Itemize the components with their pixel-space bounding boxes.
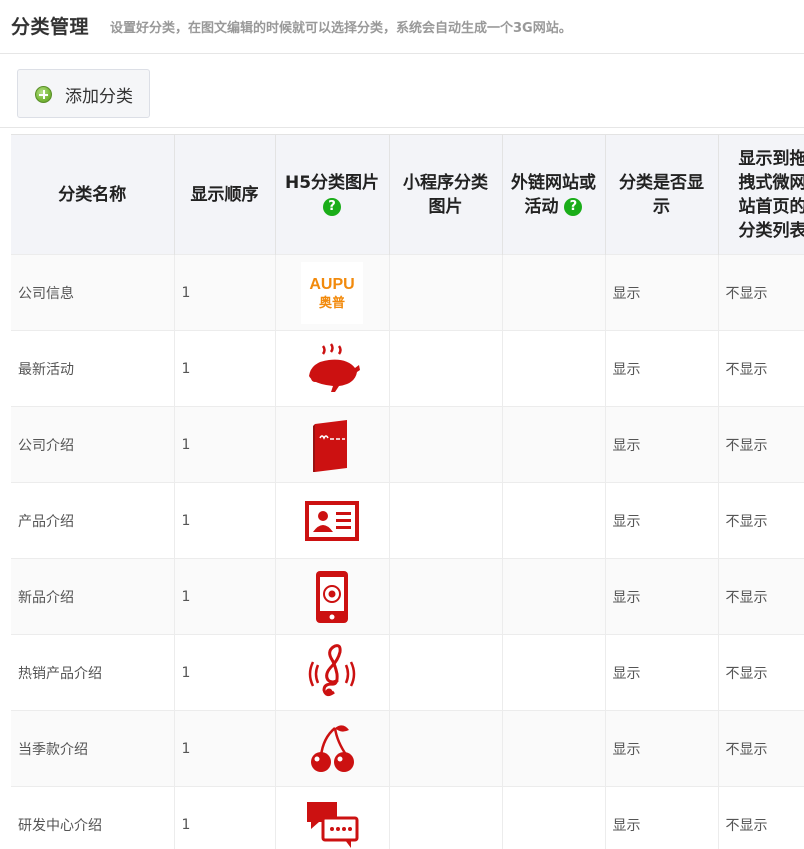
col-header-order: 显示顺序 (174, 134, 276, 255)
table-row[interactable]: 产品介绍 1 显示 不显示 (11, 482, 804, 559)
cell-h5-image: AUPU 奥普 (275, 254, 390, 331)
cell-h5-image (275, 482, 390, 559)
cell-name: 产品介绍 (11, 482, 175, 559)
cell-miniprogram-image (389, 710, 503, 787)
col-header-name: 分类名称 (11, 134, 175, 255)
chat-bubbles-icon (307, 801, 359, 848)
plus-circle-icon (35, 86, 52, 103)
col-header-external-link: 外链网站或活动 ? (502, 134, 606, 255)
roast-chicken-icon (309, 342, 360, 392)
cell-h5-image (275, 406, 390, 483)
cell-name: 研发中心介绍 (11, 786, 175, 849)
cell-miniprogram-image (389, 634, 503, 711)
add-category-button[interactable]: 添加分类 (17, 69, 150, 118)
cell-h5-image (275, 710, 390, 787)
cell-show-on-home: 不显示 (718, 558, 804, 635)
cell-order: 1 (174, 710, 276, 787)
add-category-label: 添加分类 (65, 87, 133, 107)
cell-external-link (502, 558, 606, 635)
cell-visible: 显示 (605, 406, 719, 483)
table-header-row: 分类名称 显示顺序 H5分类图片? 小程序分类图片 外链网站或活动 ? 分类是否… (11, 134, 804, 255)
table-row[interactable]: 公司介绍 1 显示 不显示 (11, 406, 804, 483)
aupu-logo-icon: AUPU 奥普 (301, 261, 363, 324)
cell-external-link (502, 254, 606, 331)
cell-name: 当季款介绍 (11, 710, 175, 787)
cell-show-on-home: 不显示 (718, 786, 804, 849)
cell-show-on-home: 不显示 (718, 482, 804, 559)
menu-book-icon (313, 419, 347, 472)
col-header-visible: 分类是否显示 (605, 134, 719, 255)
cell-h5-image (275, 786, 390, 849)
page-title: 分类管理 (11, 16, 90, 38)
cell-order: 1 (174, 254, 276, 331)
table-row[interactable]: 公司信息 1 AUPU 奥普 显示 不显示 (11, 254, 804, 331)
cell-name: 公司介绍 (11, 406, 175, 483)
cell-visible: 显示 (605, 634, 719, 711)
cell-external-link (502, 330, 606, 407)
cell-h5-image (275, 558, 390, 635)
cell-visible: 显示 (605, 710, 719, 787)
table-row[interactable]: 热销产品介绍 1 显示 不显示 (11, 634, 804, 711)
cell-name: 最新活动 (11, 330, 175, 407)
cell-name: 热销产品介绍 (11, 634, 175, 711)
cell-miniprogram-image (389, 406, 503, 483)
cell-external-link (502, 786, 606, 849)
cell-miniprogram-image (389, 330, 503, 407)
cell-miniprogram-image (389, 786, 503, 849)
cell-show-on-home: 不显示 (718, 330, 804, 407)
cell-visible: 显示 (605, 558, 719, 635)
cell-order: 1 (174, 482, 276, 559)
cell-visible: 显示 (605, 254, 719, 331)
cell-order: 1 (174, 406, 276, 483)
cell-external-link (502, 710, 606, 787)
category-table-container: 分类名称 显示顺序 H5分类图片? 小程序分类图片 外链网站或活动 ? 分类是否… (11, 134, 804, 849)
cell-order: 1 (174, 786, 276, 849)
music-note-icon (308, 643, 356, 696)
svg-text:奥普: 奥普 (319, 295, 345, 311)
cell-miniprogram-image (389, 254, 503, 331)
cell-h5-image (275, 330, 390, 407)
col-header-h5-image: H5分类图片? (275, 134, 390, 255)
cell-show-on-home: 不显示 (718, 634, 804, 711)
cell-visible: 显示 (605, 786, 719, 849)
cell-visible: 显示 (605, 330, 719, 407)
cell-miniprogram-image (389, 482, 503, 559)
table-row[interactable]: 新品介绍 1 显示 不显示 (11, 558, 804, 635)
col-header-miniprogram-image: 小程序分类图片 (389, 134, 503, 255)
table-row[interactable]: 当季款介绍 1 显示 不显示 (11, 710, 804, 787)
cell-name: 公司信息 (11, 254, 175, 331)
cell-show-on-home: 不显示 (718, 710, 804, 787)
cherry-icon (311, 724, 354, 772)
page-header: 分类管理 设置好分类，在图文编辑的时候就可以选择分类，系统会自动生成一个3G网站… (0, 0, 804, 54)
cell-external-link (502, 482, 606, 559)
cell-external-link (502, 406, 606, 483)
cell-h5-image (275, 634, 390, 711)
cell-order: 1 (174, 330, 276, 407)
cell-order: 1 (174, 634, 276, 711)
mobile-phone-icon (316, 570, 348, 623)
cell-order: 1 (174, 558, 276, 635)
table-row[interactable]: 最新活动 1 显示 不显示 (11, 330, 804, 407)
help-icon[interactable]: ? (564, 197, 583, 216)
col-header-show-on-home: 显示到拖拽式微网站首页的分类列表 (718, 134, 804, 255)
id-card-icon (305, 500, 359, 541)
svg-text:AUPU: AUPU (309, 276, 354, 293)
cell-external-link (502, 634, 606, 711)
cell-miniprogram-image (389, 558, 503, 635)
page-description: 设置好分类，在图文编辑的时候就可以选择分类，系统会自动生成一个3G网站。 (110, 21, 572, 36)
cell-show-on-home: 不显示 (718, 406, 804, 483)
category-table: 分类名称 显示顺序 H5分类图片? 小程序分类图片 外链网站或活动 ? 分类是否… (11, 134, 804, 849)
table-row[interactable]: 研发中心介绍 1 显示 不显示 (11, 786, 804, 849)
cell-show-on-home: 不显示 (718, 254, 804, 331)
toolbar: 添加分类 (0, 54, 804, 128)
cell-name: 新品介绍 (11, 558, 175, 635)
help-icon[interactable]: ? (323, 197, 341, 216)
cell-visible: 显示 (605, 482, 719, 559)
